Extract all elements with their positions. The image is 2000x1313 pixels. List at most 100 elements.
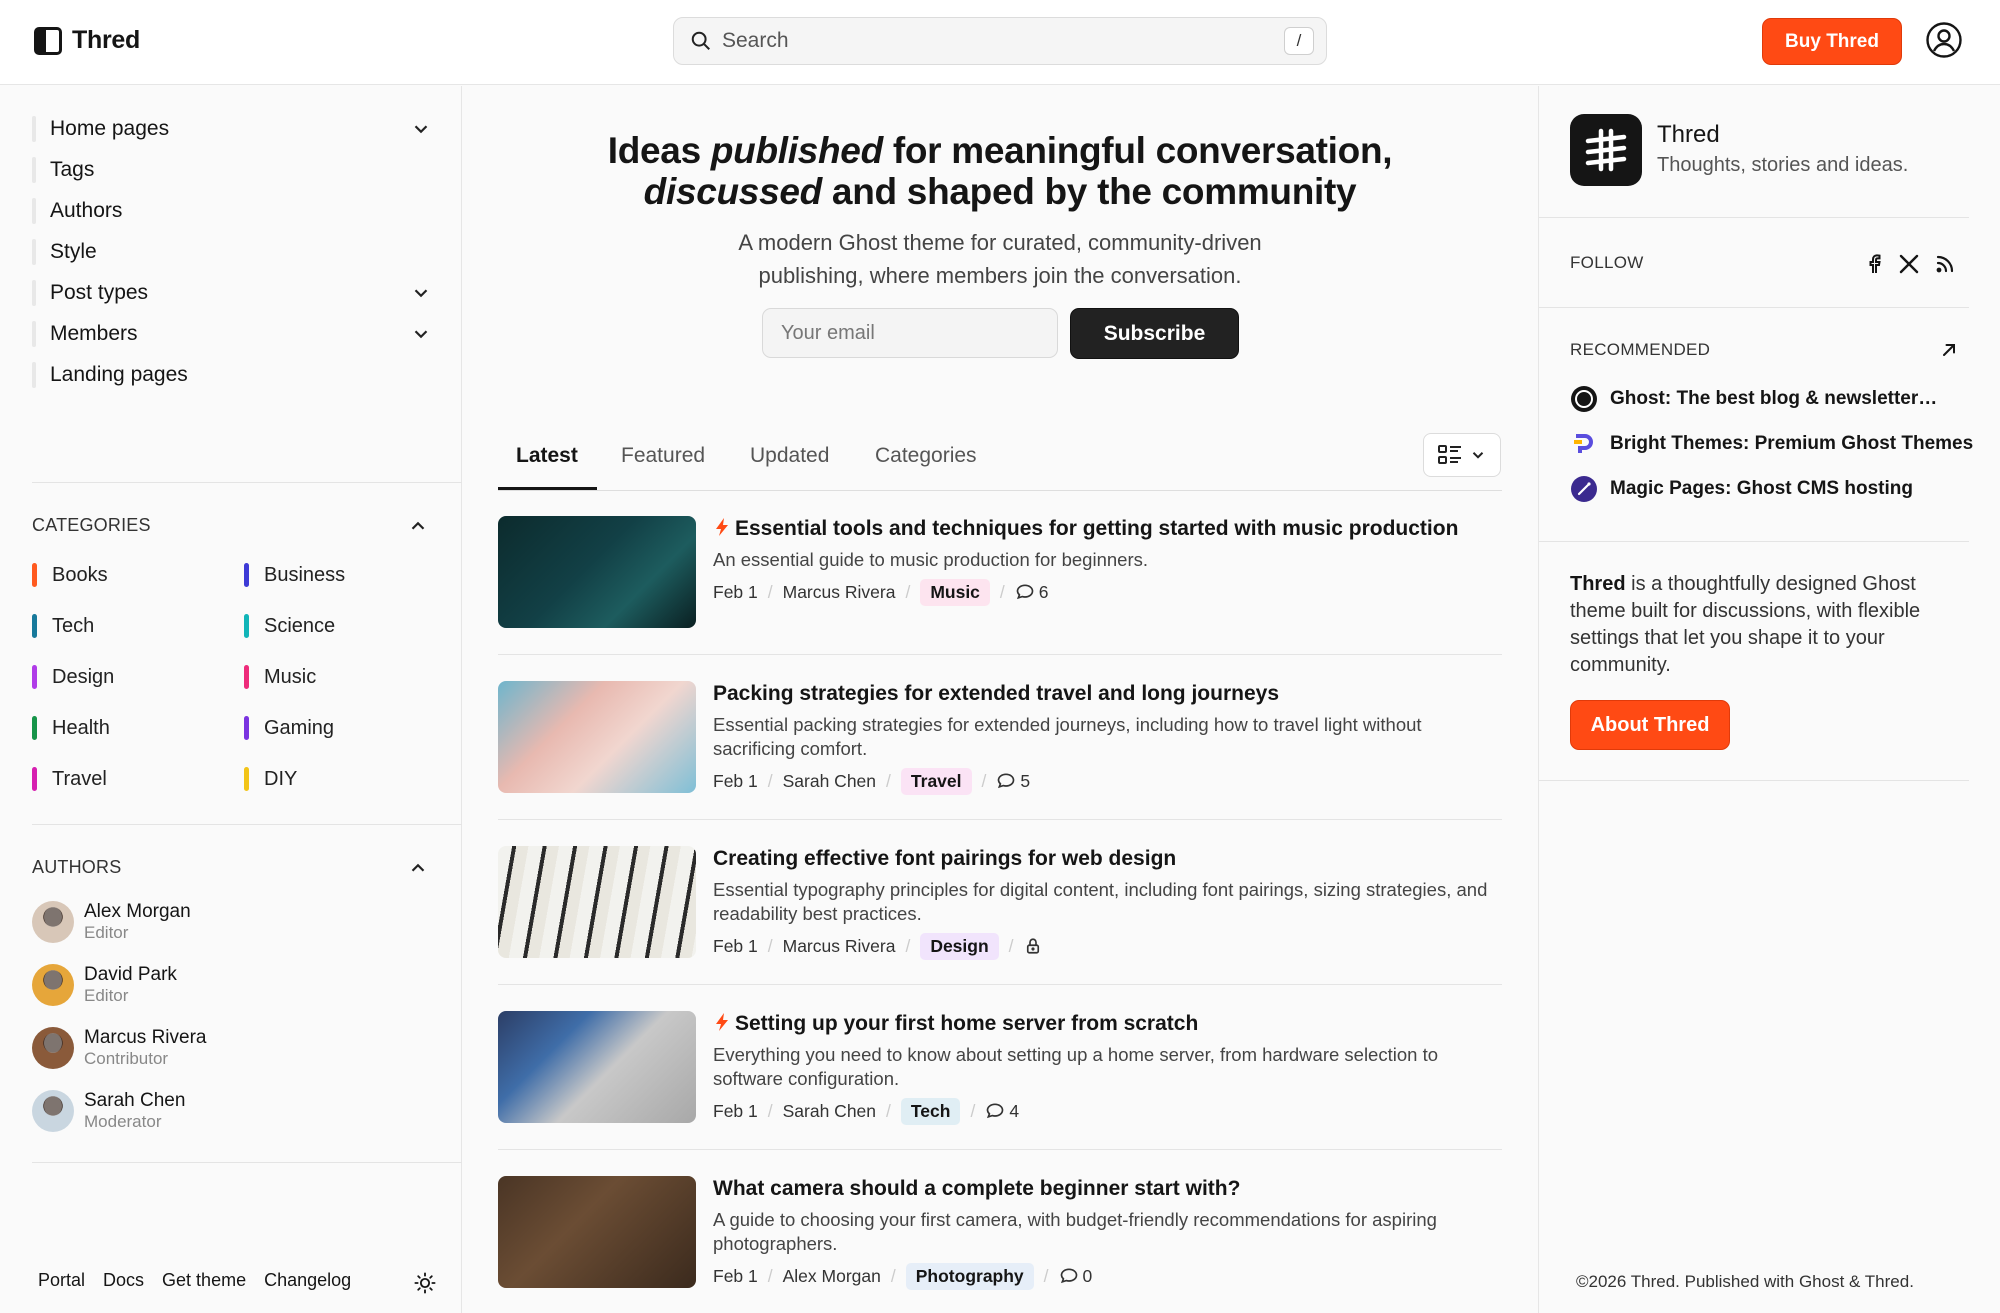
category-label: Music bbox=[264, 665, 317, 688]
post-author[interactable]: Sarah Chen bbox=[783, 771, 876, 792]
subscribe-button[interactable]: Subscribe bbox=[1070, 308, 1239, 359]
post-author[interactable]: Marcus Rivera bbox=[783, 936, 896, 957]
separator: / bbox=[767, 770, 773, 791]
comment-count[interactable]: 6 bbox=[1015, 582, 1049, 603]
buy-thred-button[interactable]: Buy Thred bbox=[1762, 18, 1902, 65]
author-item[interactable]: Sarah Chen Moderator bbox=[32, 1090, 185, 1132]
author-item[interactable]: Alex Morgan Editor bbox=[32, 901, 191, 943]
category-design[interactable]: Design bbox=[32, 662, 114, 692]
tab-categories[interactable]: Categories bbox=[875, 444, 977, 468]
category-science[interactable]: Science bbox=[244, 611, 335, 641]
author-role: Editor bbox=[84, 986, 129, 1005]
post-title[interactable]: Essential tools and techniques for getti… bbox=[713, 515, 1493, 542]
sidebar-item-authors[interactable]: Authors bbox=[32, 194, 432, 228]
category-books[interactable]: Books bbox=[32, 560, 108, 590]
post-author[interactable]: Marcus Rivera bbox=[783, 582, 896, 603]
author-item[interactable]: David Park Editor bbox=[32, 964, 177, 1006]
sidebar-item-home-pages[interactable]: Home pages bbox=[32, 112, 432, 146]
category-color-marker bbox=[244, 716, 249, 740]
post-author[interactable]: Sarah Chen bbox=[783, 1101, 876, 1122]
post-thumbnail[interactable] bbox=[498, 1011, 696, 1123]
search-input[interactable] bbox=[722, 29, 1326, 53]
footer-link-changelog[interactable]: Changelog bbox=[264, 1270, 351, 1291]
publication-logo-icon bbox=[1570, 114, 1642, 186]
sun-icon[interactable] bbox=[414, 1272, 436, 1294]
footer-link-get-theme[interactable]: Get theme bbox=[162, 1270, 246, 1291]
search-box[interactable]: / bbox=[673, 17, 1327, 65]
post-title[interactable]: Packing strategies for extended travel a… bbox=[713, 680, 1493, 707]
comment-count[interactable]: 5 bbox=[996, 771, 1030, 792]
search-shortcut-key: / bbox=[1284, 27, 1314, 55]
facebook-icon[interactable] bbox=[1862, 252, 1886, 276]
post-title[interactable]: Creating effective font pairings for web… bbox=[713, 845, 1493, 872]
footer-link-portal[interactable]: Portal bbox=[38, 1270, 85, 1291]
hero-title: Ideas published for meaningful conversat… bbox=[607, 130, 1393, 212]
ghost-icon bbox=[1571, 386, 1597, 412]
post-author[interactable]: Alex Morgan bbox=[783, 1266, 881, 1287]
footer-link-docs[interactable]: Docs bbox=[103, 1270, 144, 1291]
view-toggle-button[interactable] bbox=[1423, 433, 1501, 477]
separator: / bbox=[981, 770, 987, 791]
comment-count[interactable]: 4 bbox=[985, 1101, 1019, 1122]
category-color-marker bbox=[32, 716, 37, 740]
post-title[interactable]: What camera should a complete beginner s… bbox=[713, 1175, 1493, 1202]
post-title[interactable]: Setting up your first home server from s… bbox=[713, 1010, 1493, 1037]
author-role: Contributor bbox=[84, 1049, 169, 1068]
recommended-item[interactable]: Bright Themes: Premium Ghost Themes bbox=[1570, 430, 1973, 458]
category-label: DIY bbox=[264, 767, 298, 790]
separator: / bbox=[767, 581, 773, 602]
category-business[interactable]: Business bbox=[244, 560, 345, 590]
arrow-up-right-icon[interactable] bbox=[1939, 340, 1959, 360]
publication-description: Thoughts, stories and ideas. bbox=[1657, 154, 1909, 176]
brand-logo-icon bbox=[34, 26, 62, 55]
sidebar-item-label: Home pages bbox=[50, 117, 170, 140]
category-health[interactable]: Health bbox=[32, 713, 110, 743]
brand[interactable]: Thred bbox=[34, 26, 140, 55]
category-diy[interactable]: DIY bbox=[244, 764, 297, 794]
author-item[interactable]: Marcus Rivera Contributor bbox=[32, 1027, 206, 1069]
top-bar: Thred / Buy Thred bbox=[0, 0, 2000, 85]
author-name: Sarah Chen bbox=[84, 1090, 186, 1111]
post-body: Creating effective font pairings for web… bbox=[713, 845, 1493, 960]
recommended-item[interactable]: Magic Pages: Ghost CMS hosting bbox=[1570, 475, 1913, 503]
tab-updated[interactable]: Updated bbox=[750, 444, 829, 468]
post-tag[interactable]: Design bbox=[920, 932, 999, 960]
post-thumbnail[interactable] bbox=[498, 681, 696, 793]
comment-count[interactable]: 0 bbox=[1059, 1266, 1092, 1287]
sidebar-item-label: Authors bbox=[50, 199, 123, 222]
sidebar-item-members[interactable]: Members bbox=[32, 317, 432, 351]
post-excerpt: An essential guide to music production f… bbox=[713, 549, 1149, 570]
sidebar-item-post-types[interactable]: Post types bbox=[32, 276, 432, 310]
rss-icon[interactable] bbox=[1933, 252, 1957, 276]
post-tag[interactable]: Photography bbox=[905, 1262, 1034, 1290]
post-meta: Feb 1 / Marcus Rivera / Design / bbox=[713, 932, 1493, 960]
post-thumbnail[interactable] bbox=[498, 516, 696, 628]
post-thumbnail[interactable] bbox=[498, 846, 696, 958]
category-gaming[interactable]: Gaming bbox=[244, 713, 334, 743]
tab-featured[interactable]: Featured bbox=[621, 444, 705, 468]
post-tag[interactable]: Travel bbox=[900, 767, 972, 795]
post-item: Setting up your first home server from s… bbox=[498, 986, 1502, 1150]
chevron-up-icon[interactable] bbox=[407, 515, 429, 537]
nav-indicator bbox=[32, 321, 36, 347]
category-tech[interactable]: Tech bbox=[32, 611, 94, 641]
account-icon[interactable] bbox=[1925, 21, 1963, 59]
sidebar-item-landing-pages[interactable]: Landing pages bbox=[32, 358, 432, 392]
sidebar-item-style[interactable]: Style bbox=[32, 235, 432, 269]
post-body: Setting up your first home server from s… bbox=[713, 1010, 1493, 1125]
chevron-up-icon[interactable] bbox=[407, 857, 429, 879]
post-item: Creating effective font pairings for web… bbox=[498, 821, 1502, 985]
category-travel[interactable]: Travel bbox=[32, 764, 107, 794]
sidebar-item-tags[interactable]: Tags bbox=[32, 153, 432, 187]
x-icon[interactable] bbox=[1897, 252, 1921, 276]
recommended-item[interactable]: Ghost: The best blog & newsletter… bbox=[1570, 385, 1937, 413]
post-tag[interactable]: Music bbox=[920, 578, 990, 606]
post-thumbnail[interactable] bbox=[498, 1176, 696, 1288]
footer-links: Portal Docs Get theme Changelog bbox=[38, 1270, 351, 1291]
email-input[interactable] bbox=[762, 308, 1058, 358]
category-music[interactable]: Music bbox=[244, 662, 316, 692]
post-tag[interactable]: Tech bbox=[900, 1097, 961, 1125]
tab-latest[interactable]: Latest bbox=[516, 444, 578, 468]
nav-indicator bbox=[32, 239, 36, 265]
about-thred-button[interactable]: About Thred bbox=[1570, 700, 1730, 750]
